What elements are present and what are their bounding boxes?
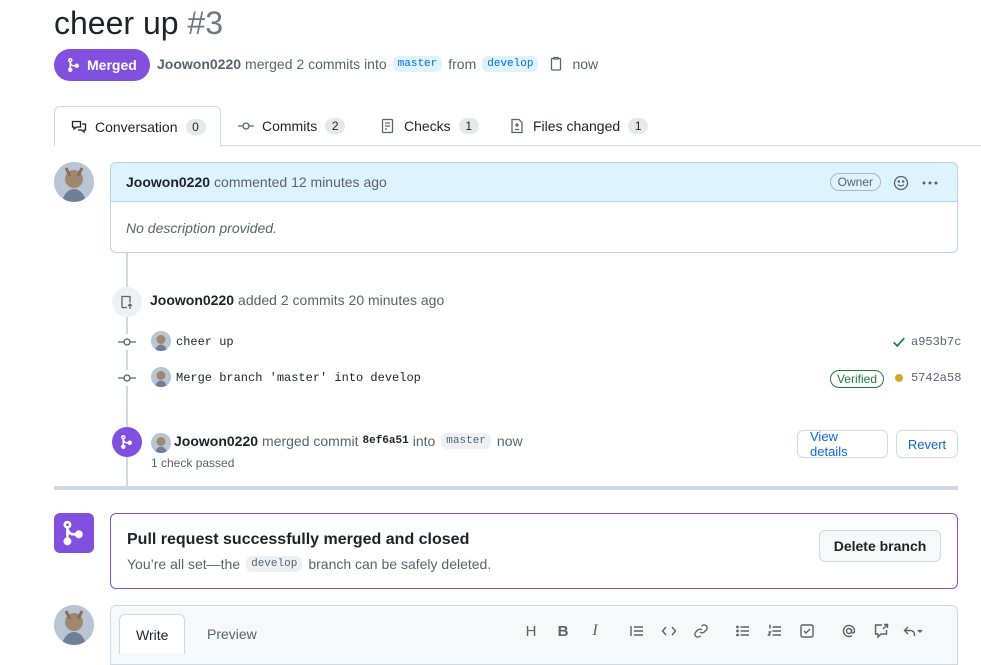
merge-text: merged 2 commits into	[245, 56, 387, 72]
unordered-list-icon[interactable]	[727, 620, 759, 642]
merged-desc-pre: You’re all set—the	[127, 556, 241, 572]
repo-push-icon	[112, 287, 142, 317]
pr-title: cheer up	[54, 5, 179, 41]
merge-icon	[66, 57, 82, 73]
merge-summary: Joowon0220 merged 2 commits into master …	[157, 56, 598, 72]
link-icon[interactable]	[685, 620, 717, 642]
commit-icon	[238, 118, 254, 134]
tab-counter: 0	[185, 118, 206, 135]
merge-event-text: Joowon0220 merged commit 8ef6a51 into ma…	[174, 433, 523, 449]
ordered-list-icon[interactable]	[759, 620, 791, 642]
check-icon[interactable]	[892, 335, 906, 349]
status-label: Merged	[87, 57, 137, 73]
from-text: from	[448, 56, 477, 72]
code-icon[interactable]	[653, 620, 685, 642]
merged-description: You’re all set—the develop branch can be…	[127, 556, 491, 572]
event-author[interactable]: Joowon0220	[174, 433, 258, 449]
smiley-icon[interactable]	[893, 175, 909, 191]
checklist-icon	[380, 118, 396, 134]
author-link[interactable]: Joowon0220	[157, 56, 241, 72]
tab-label: Conversation	[95, 118, 178, 135]
tab-conversation[interactable]: Conversation 0	[54, 106, 221, 147]
comment-meta[interactable]: commented 12 minutes ago	[214, 174, 387, 190]
event-action: merged commit	[262, 433, 359, 449]
tab-label: Files changed	[533, 118, 621, 134]
tab-checks[interactable]: Checks 1	[364, 106, 495, 146]
commit-message[interactable]: cheer up	[176, 335, 234, 349]
commits-event-text: Joowon0220 added 2 commits 20 minutes ag…	[150, 292, 444, 308]
markdown-toolbar: H B I	[515, 620, 929, 642]
pr-number: #3	[187, 5, 224, 41]
file-diff-icon	[509, 118, 525, 134]
tab-counter: 1	[458, 118, 479, 134]
timeline-divider	[54, 486, 958, 490]
merge-icon	[112, 427, 142, 457]
tab-label: Commits	[262, 118, 318, 134]
commit-node-icon	[118, 370, 136, 386]
reply-icon[interactable]	[897, 620, 929, 642]
status-badge: Merged	[54, 49, 150, 81]
avatar[interactable]	[151, 331, 171, 351]
head-branch[interactable]: develop	[482, 56, 539, 72]
comment-box: Joowon0220 commented 12 minutes ago Owne…	[110, 162, 958, 253]
comment-body: No description provided.	[126, 220, 277, 236]
merged-desc-post: branch can be safely deleted.	[308, 556, 492, 572]
commit-sha[interactable]: 5742a58	[911, 371, 961, 385]
merge-icon	[54, 513, 94, 553]
page-title: cheer up #3	[54, 2, 223, 44]
reference-icon[interactable]	[865, 620, 897, 642]
checks-status[interactable]: 1 check passed	[151, 456, 234, 470]
tab-label: Checks	[404, 118, 451, 134]
base-branch[interactable]: master	[392, 56, 443, 72]
merge-commit-sha[interactable]: 8ef6a51	[363, 435, 409, 447]
italic-icon[interactable]: I	[579, 620, 611, 642]
heading-icon[interactable]: H	[515, 620, 547, 642]
avatar[interactable]	[151, 433, 171, 453]
pending-dot-icon[interactable]	[895, 374, 903, 382]
avatar[interactable]	[54, 605, 94, 645]
event-action: added 2 commits 20 minutes ago	[238, 292, 445, 308]
comment-author[interactable]: Joowon0220	[126, 174, 210, 190]
kebab-menu-icon[interactable]	[921, 175, 939, 191]
merged-title: Pull request successfully merged and clo…	[127, 531, 470, 548]
copy-icon[interactable]	[548, 56, 564, 72]
bold-icon[interactable]: B	[547, 620, 579, 642]
merged-status-box: Pull request successfully merged and clo…	[110, 513, 958, 589]
conversation-icon	[71, 119, 87, 135]
tab-counter: 2	[325, 118, 346, 134]
task-list-icon[interactable]	[791, 620, 823, 642]
commit-sha[interactable]: a953b7c	[911, 335, 961, 349]
into-text: into	[412, 433, 436, 449]
commit-message[interactable]: Merge branch 'master' into develop	[176, 371, 421, 385]
revert-button[interactable]: Revert	[896, 430, 958, 458]
tab-write[interactable]: Write	[119, 614, 186, 654]
tab-counter: 1	[628, 118, 649, 134]
merge-branch[interactable]: master	[441, 433, 491, 449]
tab-files-changed[interactable]: Files changed 1	[493, 106, 664, 146]
quote-icon[interactable]	[621, 620, 653, 642]
mention-icon[interactable]	[833, 620, 865, 642]
merge-time: now	[572, 56, 599, 72]
avatar[interactable]	[54, 162, 94, 202]
tab-commits[interactable]: Commits 2	[222, 106, 361, 146]
avatar[interactable]	[151, 367, 171, 387]
delete-branch-button[interactable]: Delete branch	[819, 530, 941, 562]
merge-time: now	[496, 433, 523, 449]
verified-badge[interactable]: Verified	[829, 370, 884, 388]
tab-preview[interactable]: Preview	[191, 614, 273, 654]
commit-node-icon	[118, 334, 136, 350]
deletable-branch[interactable]: develop	[246, 556, 303, 572]
owner-badge: Owner	[829, 173, 881, 191]
view-details-button[interactable]: View details	[797, 429, 888, 459]
event-author[interactable]: Joowon0220	[150, 292, 234, 308]
